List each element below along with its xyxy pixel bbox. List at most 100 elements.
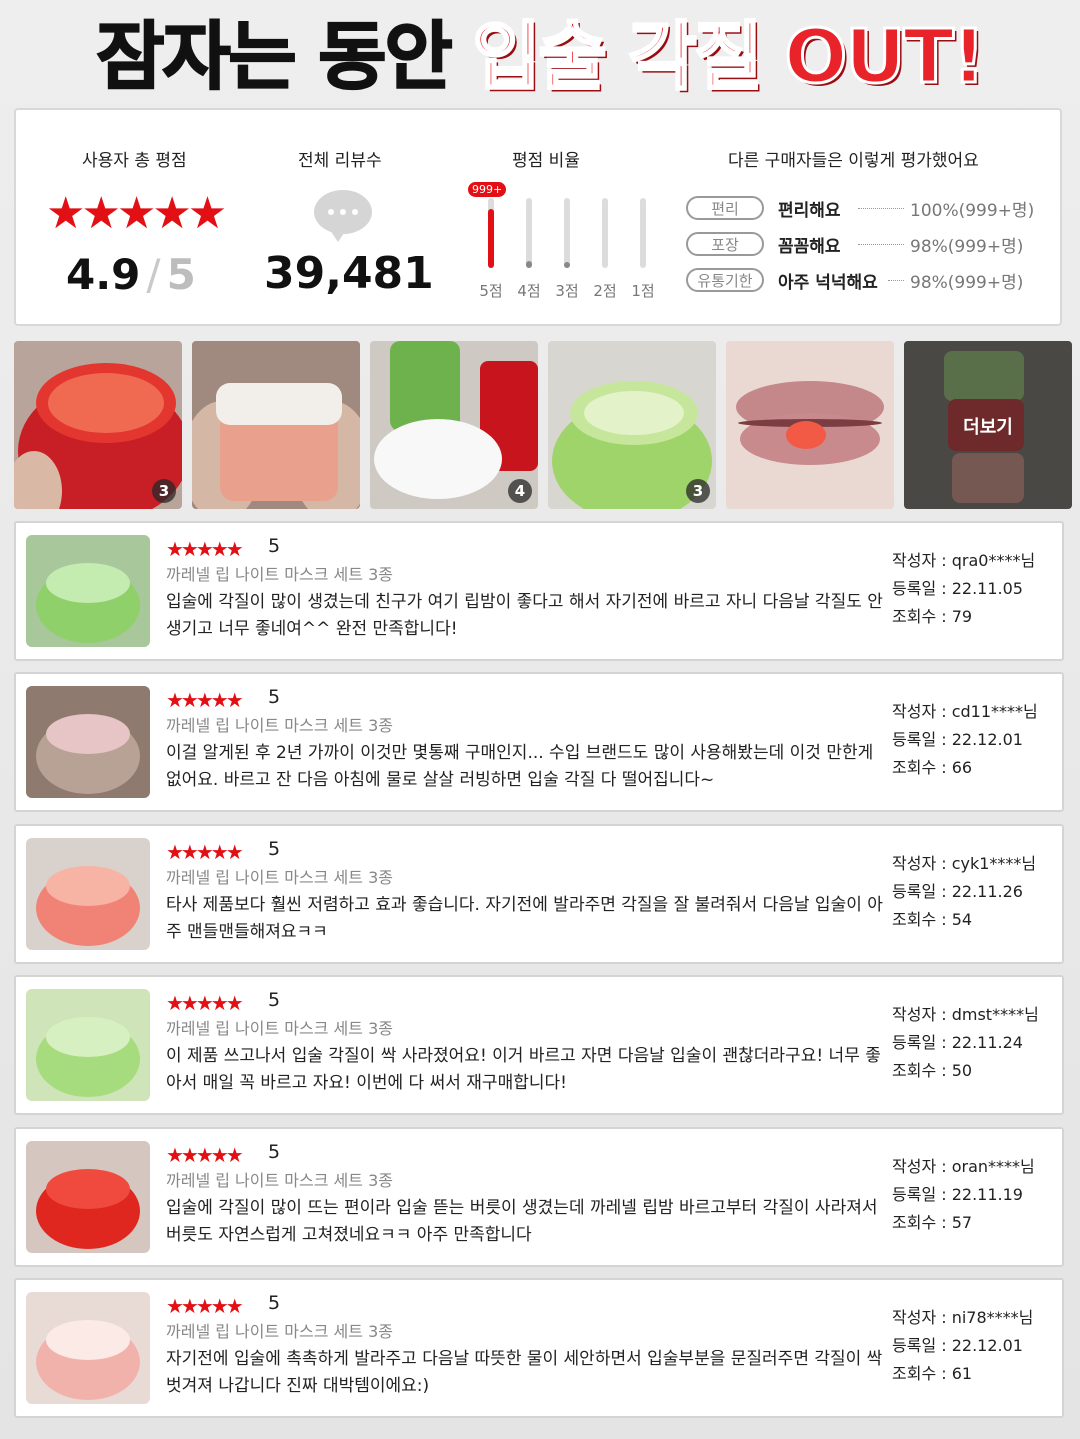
eval-text: 아주 넉넉해요: [778, 272, 878, 293]
review-author: 작성자 : cyk1****님: [892, 854, 1037, 873]
ratio-bar-fill: [564, 262, 570, 268]
eval-title: 다른 구매자들은 이렇게 평가했어요: [728, 151, 979, 171]
photo-count: 3: [152, 479, 176, 503]
eval-row: 포장 꼼꼼해요 98%(999+명): [686, 230, 1023, 258]
lips-image: [726, 341, 894, 509]
review-card[interactable]: ★★★★★ 5 까레넬 립 나이트 마스크 세트 3종이 제품 쓰고나서 입술 각질…: [14, 975, 1064, 1115]
review-stars: ★★★★★: [166, 1143, 244, 1167]
review-product: 까레넬 립 나이트 마스크 세트 3종: [166, 565, 393, 584]
review-text: 이 제품 쓰고나서 입술 각질이 싹 사라졌어요! 이거 바르고 자면 다음날 …: [166, 1046, 881, 1093]
review-score: 5: [268, 838, 281, 860]
rating-max: 5: [166, 250, 196, 299]
ratio-bar: [602, 198, 608, 268]
review-views: 조회수 : 66: [892, 758, 973, 777]
photo-count: 4: [508, 479, 532, 503]
review-date: 등록일 : 22.12.01: [892, 730, 1023, 749]
rating-title: 사용자 총 평점: [82, 151, 187, 171]
review-photo-image: [26, 1292, 150, 1404]
review-views: 조회수 : 61: [892, 1364, 973, 1383]
eval-percent: 100%(999+명): [910, 200, 1035, 221]
review-author: 작성자 : dmst****님: [892, 1005, 1039, 1024]
rating-stars: ★★★★★: [46, 188, 227, 239]
review-photo-image: [26, 989, 150, 1101]
ratio-bar-label: 5점: [479, 282, 503, 300]
review-photo[interactable]: [26, 535, 150, 647]
ratio-bar-label: 3점: [555, 282, 579, 300]
photo-green-jar[interactable]: 4: [370, 341, 538, 509]
eval-text: 꼼꼼해요: [778, 236, 841, 257]
review-product: 까레넬 립 나이트 마스크 세트 3종: [166, 1171, 393, 1190]
ratio-bar: [564, 198, 570, 268]
eval-dots: [858, 207, 904, 209]
photo-red-jar[interactable]: 3: [14, 341, 182, 509]
eval-pill: 편리: [686, 196, 764, 220]
review-stars: ★★★★★: [166, 1294, 244, 1318]
rating-summary-panel: 사용자 총 평점 ★★★★★ 4.9/5 전체 리뷰수 39,481 평점 비율…: [14, 108, 1062, 326]
review-stars: ★★★★★: [166, 840, 244, 864]
review-views: 조회수 : 50: [892, 1061, 973, 1080]
more-button-label[interactable]: 더보기: [904, 413, 1072, 439]
review-text: 이걸 알게된 후 2년 가까이 이것만 몇통째 구매인지... 수입 브랜드도 …: [166, 743, 874, 790]
review-photo-image: [26, 838, 150, 950]
review-photo[interactable]: [26, 1141, 150, 1253]
review-meta: 작성자 : ni78****님등록일 : 22.12.01 조회수 : 61: [892, 1304, 1033, 1388]
review-product: 까레넬 립 나이트 마스크 세트 3종: [166, 1322, 393, 1341]
review-card[interactable]: ★★★★★ 5 까레넬 립 나이트 마스크 세트 3종이걸 알게된 후 2년 가까이…: [14, 672, 1064, 812]
review-author: 작성자 : cd11****님: [892, 702, 1038, 721]
review-photo[interactable]: [26, 686, 150, 798]
ratio-bar: [526, 198, 532, 268]
review-card[interactable]: ★★★★★ 5 까레넬 립 나이트 마스크 세트 3종 입술에 각질이 많이 생겼는데…: [14, 521, 1064, 661]
eval-pill: 포장: [686, 232, 764, 256]
photo-berry-jar[interactable]: [192, 341, 360, 509]
review-text: 입술에 각질이 많이 뜨는 편이라 입술 뜯는 버릇이 생겼는데 까레넬 립밤 …: [166, 1198, 878, 1245]
photo-more[interactable]: 더보기: [904, 341, 1072, 509]
review-text: 타사 제품보다 훨씬 저렴하고 효과 좋습니다. 자기전에 발라주면 각질을 잘…: [166, 895, 883, 942]
headline: 잠자는 동안 입술 각질 OUT!: [0, 0, 1080, 101]
review-photo[interactable]: [26, 989, 150, 1101]
review-photo[interactable]: [26, 838, 150, 950]
review-product: 까레넬 립 나이트 마스크 세트 3종: [166, 1019, 393, 1038]
review-stars: ★★★★★: [166, 991, 244, 1015]
photo-open-green-jar[interactable]: 3: [548, 341, 716, 509]
review-product: 까레넬 립 나이트 마스크 세트 3종: [166, 868, 393, 887]
review-photo[interactable]: [26, 1292, 150, 1404]
review-card[interactable]: ★★★★★ 5 까레넬 립 나이트 마스크 세트 3종타사 제품보다 훨씬 저렴하고…: [14, 824, 1064, 964]
review-meta: 작성자 : cyk1****님등록일 : 22.11.26 조회수 : 54: [892, 850, 1036, 934]
review-stars: ★★★★★: [166, 537, 244, 561]
review-score: 5: [268, 1141, 281, 1163]
ratio-bar-label: 1점: [631, 282, 655, 300]
ratio-bar-fill: [488, 208, 494, 268]
photo-count: 3: [686, 479, 710, 503]
review-photo-image: [26, 686, 150, 798]
review-card[interactable]: ★★★★★ 5 까레넬 립 나이트 마스크 세트 3종입술에 각질이 많이 뜨는 편…: [14, 1127, 1064, 1267]
review-stars: ★★★★★: [166, 688, 244, 712]
review-score: 5: [268, 989, 281, 1011]
eval-row: 유통기한 아주 넉넉해요 98%(999+명): [686, 266, 1023, 294]
review-product: 까레넬 립 나이트 마스크 세트 3종: [166, 716, 393, 735]
berry-jar-image: [192, 341, 360, 509]
rating-score: 4.9: [66, 250, 141, 299]
review-score: 5: [268, 535, 281, 557]
speech-bubble-icon: [314, 190, 372, 242]
review-text: 자기전에 입술에 촉촉하게 발라주고 다음날 따뜻한 물이 세안하면서 입술부분…: [166, 1349, 883, 1396]
review-author: 작성자 : oran****님: [892, 1157, 1035, 1176]
review-date: 등록일 : 22.11.26: [892, 882, 1023, 901]
review-meta: 작성자 : dmst****님 등록일 : 22.11.24 조회수 : 50: [892, 1001, 1039, 1085]
ratio-bar: [640, 198, 646, 268]
headline-part1: 잠자는 동안: [95, 13, 453, 101]
review-meta: 작성자 : oran****님등록일 : 22.11.19 조회수 : 57: [892, 1153, 1035, 1237]
rating-value: 4.9/5: [66, 250, 196, 299]
review-author: 작성자 : ni78****님: [892, 1308, 1034, 1327]
photo-lips[interactable]: [726, 341, 894, 509]
review-photo-image: [26, 535, 150, 647]
review-date: 등록일 : 22.12.01: [892, 1336, 1023, 1355]
review-card[interactable]: ★★★★★ 5 까레넬 립 나이트 마스크 세트 3종 자기전에 입술에 촉촉하게 발…: [14, 1278, 1064, 1418]
review-date: 등록일 : 22.11.19: [892, 1185, 1023, 1204]
review-author: 작성자 : qra0****님: [892, 551, 1036, 570]
review-views: 조회수 : 79: [892, 607, 973, 626]
eval-percent: 98%(999+명): [910, 272, 1024, 293]
review-score: 5: [268, 686, 281, 708]
review-views: 조회수 : 57: [892, 1213, 973, 1232]
review-views: 조회수 : 54: [892, 910, 973, 929]
review-photo-image: [26, 1141, 150, 1253]
